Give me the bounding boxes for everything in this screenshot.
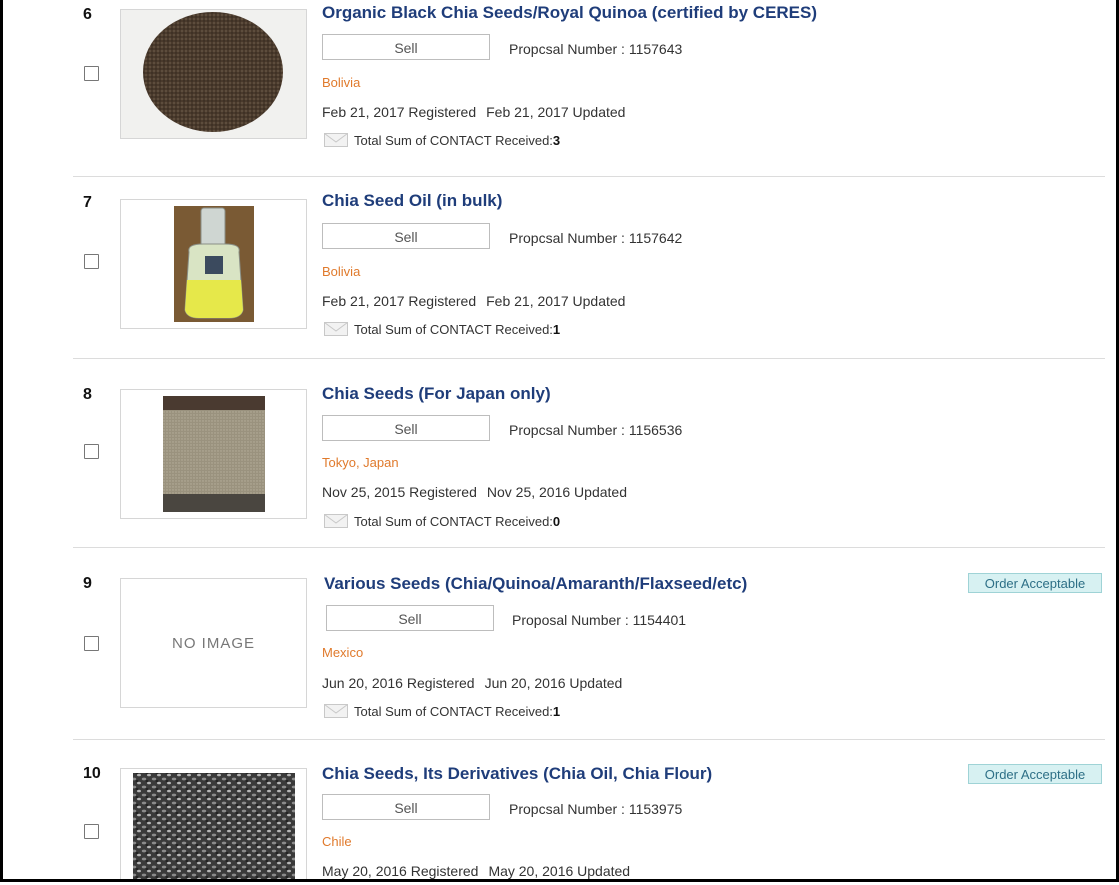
proposal-label: Propcsal Number : xyxy=(509,41,629,57)
order-acceptable-badge: Order Acceptable xyxy=(968,573,1102,593)
location-text: Tokyo, Japan xyxy=(322,455,399,470)
listing-number: 10 xyxy=(83,765,101,782)
listing-number: 6 xyxy=(83,6,92,23)
proposal-number: Propcsal Number : 1157643 xyxy=(509,41,682,57)
mail-icon xyxy=(324,133,348,147)
contact-summary: Total Sum of CONTACT Received:1 xyxy=(324,322,560,337)
select-checkbox[interactable] xyxy=(84,254,99,269)
sell-button[interactable]: Sell xyxy=(322,794,490,820)
chia-seeds-closeup-image xyxy=(121,769,306,879)
chia-seeds-tray-image xyxy=(121,390,306,518)
listing-number: 9 xyxy=(83,575,92,592)
order-acceptable-badge: Order Acceptable xyxy=(968,764,1102,784)
listing-number: 8 xyxy=(83,386,92,403)
listing-title[interactable]: Organic Black Chia Seeds/Royal Quinoa (c… xyxy=(322,3,817,23)
no-image-placeholder: NO IMAGE xyxy=(171,634,255,652)
sell-button[interactable]: Sell xyxy=(326,605,494,631)
proposal-label: Proposal Number : xyxy=(512,612,633,628)
listing-item: 9 NO IMAGE Various Seeds (Chia/Quinoa/Am… xyxy=(73,548,1105,740)
listing-thumbnail[interactable]: NO IMAGE xyxy=(120,578,307,708)
listing-title[interactable]: Chia Seeds (For Japan only) xyxy=(322,384,551,404)
proposal-value: 1157642 xyxy=(628,230,683,246)
listing-dates: Nov 25, 2015 Registered Nov 25, 2016 Upda… xyxy=(322,484,627,500)
proposal-number: Propcsal Number : 1153975 xyxy=(509,801,682,817)
select-checkbox[interactable] xyxy=(84,636,99,651)
listing-item: 6 Organic Black Chia Seeds/Royal Quinoa … xyxy=(73,0,1105,177)
contact-count: 1 xyxy=(552,704,561,719)
proposal-value: 1156536 xyxy=(628,422,683,438)
updated-date: Feb 21, 2017 Updated xyxy=(486,293,626,309)
sell-button[interactable]: Sell xyxy=(322,415,490,441)
select-checkbox[interactable] xyxy=(84,66,99,81)
registered-date: Feb 21, 2017 Registered xyxy=(322,293,477,309)
registered-date: Jun 20, 2016 Registered xyxy=(322,675,475,691)
location-text: Bolivia xyxy=(322,75,361,90)
listing-dates: Jun 20, 2016 Registered Jun 20, 2016 Upda… xyxy=(322,675,622,691)
listing-thumbnail[interactable] xyxy=(120,199,307,329)
sell-button[interactable]: Sell xyxy=(322,223,490,249)
proposal-label: Propcsal Number : xyxy=(509,422,629,438)
mail-icon xyxy=(324,322,348,336)
contact-count: 1 xyxy=(552,322,561,337)
proposal-number: Proposal Number : 1154401 xyxy=(512,612,686,628)
listing-item: 8 Chia Seeds (For Japan only) Sell Propc… xyxy=(73,359,1105,548)
listing-dates: Feb 21, 2017 Registered Feb 21, 2017 Upda… xyxy=(322,293,625,309)
listing-title[interactable]: Chia Seed Oil (in bulk) xyxy=(322,191,502,211)
contact-summary: Total Sum of CONTACT Received:1 xyxy=(324,704,560,719)
contact-summary: Total Sum of CONTACT Received:0 xyxy=(324,514,560,529)
registered-date: Nov 25, 2015 Registered xyxy=(322,484,477,500)
proposal-value: 1153975 xyxy=(628,801,683,817)
listing-item: 7 Chia Seed Oil (in bulk) Sell Propcsal … xyxy=(73,177,1105,359)
proposal-number: Propcsal Number : 1156536 xyxy=(509,422,682,438)
listing-dates: May 20, 2016 Registered May 20, 2016 Upda… xyxy=(322,863,630,879)
sell-button[interactable]: Sell xyxy=(322,34,490,60)
contact-label: Total Sum of CONTACT Received: xyxy=(354,133,553,148)
proposal-value: 1154401 xyxy=(632,612,687,628)
location-text: Chile xyxy=(322,834,352,849)
proposal-label: Propcsal Number : xyxy=(509,801,629,817)
black-chia-seeds-image xyxy=(121,10,306,138)
listing-number: 7 xyxy=(83,194,92,211)
contact-count: 3 xyxy=(552,133,561,148)
registered-date: May 20, 2016 Registered xyxy=(322,863,479,879)
listing-thumbnail[interactable] xyxy=(120,389,307,519)
contact-summary: Total Sum of CONTACT Received:3 xyxy=(324,133,560,148)
select-checkbox[interactable] xyxy=(84,824,99,839)
listing-frame: 6 Organic Black Chia Seeds/Royal Quinoa … xyxy=(0,0,1119,882)
contact-label: Total Sum of CONTACT Received: xyxy=(354,322,553,337)
registered-date: Feb 21, 2017 Registered xyxy=(322,104,477,120)
location-text: Mexico xyxy=(322,645,364,660)
contact-label: Total Sum of CONTACT Received: xyxy=(354,514,553,529)
listing-dates: Feb 21, 2017 Registered Feb 21, 2017 Upda… xyxy=(322,104,625,120)
contact-label: Total Sum of CONTACT Received: xyxy=(354,704,553,719)
select-checkbox[interactable] xyxy=(84,444,99,459)
updated-date: Feb 21, 2017 Updated xyxy=(486,104,626,120)
contact-count: 0 xyxy=(552,514,561,529)
proposal-number: Propcsal Number : 1157642 xyxy=(509,230,682,246)
proposal-label: Propcsal Number : xyxy=(509,230,629,246)
location-text: Bolivia xyxy=(322,264,361,279)
listing-thumbnail[interactable] xyxy=(120,768,307,879)
listing-thumbnail[interactable] xyxy=(120,9,307,139)
listing-title[interactable]: Various Seeds (Chia/Quinoa/Amaranth/Flax… xyxy=(324,574,747,594)
updated-date: May 20, 2016 Updated xyxy=(488,863,631,879)
updated-date: Nov 25, 2016 Updated xyxy=(486,484,627,500)
proposal-value: 1157643 xyxy=(628,41,683,57)
mail-icon xyxy=(324,704,348,718)
listing-item: 10 Chia Seeds, Its Derivatives (Chia Oil… xyxy=(73,740,1105,879)
mail-icon xyxy=(324,514,348,528)
listing-title[interactable]: Chia Seeds, Its Derivatives (Chia Oil, C… xyxy=(322,764,712,784)
chia-oil-bottle-image xyxy=(121,200,306,328)
updated-date: Jun 20, 2016 Updated xyxy=(484,675,623,691)
